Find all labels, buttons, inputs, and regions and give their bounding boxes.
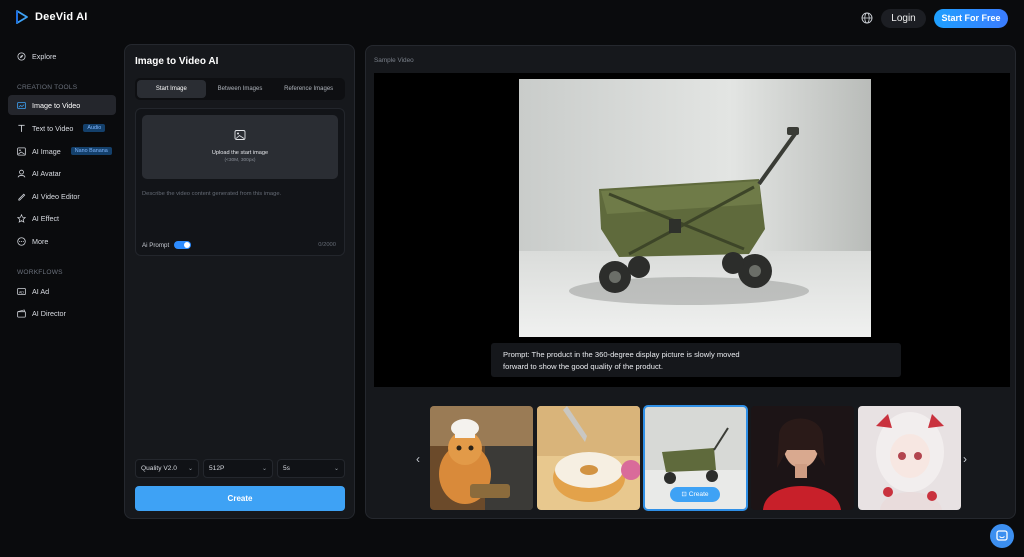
donut-image <box>537 406 640 510</box>
sidebar: Explore CREATION TOOLS Image to Video Te… <box>0 36 120 557</box>
chevron-down-icon: ⌄ <box>261 466 267 472</box>
resolution-select[interactable]: 512P ⌄ <box>203 459 273 478</box>
resolution-value: 512P <box>209 465 225 472</box>
logo-mark-icon <box>16 10 28 24</box>
chevron-down-icon: ⌄ <box>333 466 339 472</box>
duration-value: 5s <box>283 465 290 472</box>
text-icon <box>18 124 25 132</box>
upload-image-icon <box>234 130 246 140</box>
sidebar-item-label: More <box>32 236 49 246</box>
chevron-right-icon[interactable]: › <box>963 452 967 466</box>
sample-prompt: Prompt: The product in the 360-degree di… <box>491 343 901 377</box>
sample-thumbnail-cat[interactable] <box>430 406 533 510</box>
sidebar-item-ai-image[interactable]: AI Image Nano Banana <box>8 141 116 161</box>
audio-badge: Audio <box>83 124 106 132</box>
sidebar-item-label: Text to Video <box>32 123 74 133</box>
sidebar-item-label: Explore <box>32 51 57 61</box>
chevron-down-icon: ⌄ <box>187 466 193 472</box>
create-button[interactable]: Create <box>135 486 345 511</box>
cat-chef-image <box>430 406 533 510</box>
thumbnail-create-label: Create <box>688 491 709 498</box>
panel-title: Image to Video AI <box>135 56 219 67</box>
tab-between-images[interactable]: Between Images <box>206 80 275 98</box>
sidebar-item-label: Image to Video <box>32 100 81 110</box>
sample-thumbnail-wagon[interactable]: ⊡ Create <box>643 405 748 511</box>
video-player[interactable]: Prompt: The product in the 360-degree di… <box>374 73 1010 387</box>
ai-prompt-toggle[interactable] <box>174 241 192 249</box>
section-label-workflows: WORKFLOWS <box>17 269 63 276</box>
ad-icon: AD <box>17 287 26 295</box>
login-button[interactable]: Login <box>881 9 926 28</box>
upload-dropzone[interactable]: Upload the start image (<30M, 300px) <box>142 115 338 179</box>
sidebar-item-ai-avatar[interactable]: AI Avatar <box>8 163 116 183</box>
sidebar-item-label: AI Video Editor <box>32 191 80 201</box>
sidebar-item-ai-ad[interactable]: AD AI Ad <box>8 281 116 301</box>
chat-icon <box>996 530 1008 541</box>
sidebar-item-ai-effect[interactable]: AI Effect <box>8 208 116 228</box>
tab-reference-images[interactable]: Reference Images <box>274 80 343 98</box>
generation-settings: Quality V2.0 ⌄ 512P ⌄ 5s ⌄ <box>135 459 345 478</box>
nano-banana-badge: Nano Banana <box>70 147 112 155</box>
image-video-icon <box>17 101 26 109</box>
section-label-creation-tools: CREATION TOOLS <box>17 84 78 91</box>
duration-select[interactable]: 5s ⌄ <box>277 459 345 478</box>
portrait-image <box>751 406 854 510</box>
globe-icon[interactable] <box>861 12 873 24</box>
sample-carousel: ‹ ⊡ Create › <box>366 405 1017 511</box>
sample-video-frame <box>519 79 871 337</box>
mode-tabs: Start Image Between Images Reference Ima… <box>135 78 345 100</box>
sidebar-item-ai-director[interactable]: AI Director <box>8 303 116 323</box>
image-to-video-panel: Image to Video AI Start Image Between Im… <box>124 44 355 519</box>
ai-prompt-label: Ai Prompt <box>142 241 170 249</box>
sidebar-item-ai-video-editor[interactable]: AI Video Editor <box>8 186 116 206</box>
ai-prompt-control: Ai Prompt <box>142 241 192 249</box>
brand-name: DeeVid AI <box>35 11 88 23</box>
sidebar-item-text-to-video[interactable]: Text to Video Audio <box>8 118 116 138</box>
sidebar-item-label: AI Ad <box>32 286 50 296</box>
top-bar: DeeVid AI Login Start For Free <box>0 0 1024 36</box>
logo[interactable]: DeeVid AI <box>15 10 88 24</box>
sample-prompt-line: Prompt: The product in the 360-degree di… <box>503 350 740 359</box>
sidebar-item-label: AI Effect <box>32 213 60 223</box>
more-icon <box>17 236 26 246</box>
editor-icon <box>18 193 26 201</box>
chevron-left-icon[interactable]: ‹ <box>416 452 420 466</box>
sidebar-item-explore[interactable]: Explore <box>8 46 116 66</box>
anime-girl-image <box>858 406 961 510</box>
sidebar-item-label: AI Director <box>32 308 66 318</box>
character-counter: 0/2000 <box>318 242 336 248</box>
avatar-icon <box>17 169 26 177</box>
quality-select[interactable]: Quality V2.0 ⌄ <box>135 459 199 478</box>
sample-thumbnail-portrait[interactable] <box>751 406 854 510</box>
upload-card: Upload the start image (<30M, 300px) Des… <box>135 108 345 256</box>
thumbnail-create-button[interactable]: ⊡ Create <box>670 487 720 502</box>
quality-value: Quality V2.0 <box>141 465 177 472</box>
sample-video-label: Sample Video <box>374 57 414 64</box>
tab-start-image[interactable]: Start Image <box>137 80 206 98</box>
svg-text:AD: AD <box>19 290 24 294</box>
sample-prompt-line: forward to show the good quality of the … <box>503 362 663 371</box>
sidebar-item-label: AI Image <box>32 146 61 156</box>
sample-thumbnail-donut[interactable] <box>537 406 640 510</box>
sample-video-panel: Sample Video Prompt: The product in the … <box>365 45 1016 519</box>
explore-icon <box>17 51 26 61</box>
effect-icon <box>17 213 26 223</box>
chat-support-button[interactable] <box>990 524 1014 548</box>
sidebar-item-label: AI Avatar <box>32 168 62 178</box>
sample-thumbnail-anime[interactable] <box>858 406 961 510</box>
start-for-free-button[interactable]: Start For Free <box>934 9 1008 28</box>
image-icon <box>17 146 26 156</box>
sidebar-item-more[interactable]: More <box>8 231 116 251</box>
sidebar-item-image-to-video[interactable]: Image to Video <box>8 95 116 115</box>
play-icon: ⊡ <box>681 491 689 498</box>
upload-limits: (<30M, 300px) <box>224 158 256 163</box>
director-icon <box>17 308 26 318</box>
upload-label: Upload the start image <box>211 150 269 156</box>
prompt-input[interactable]: Describe the video content generated fro… <box>142 191 338 197</box>
